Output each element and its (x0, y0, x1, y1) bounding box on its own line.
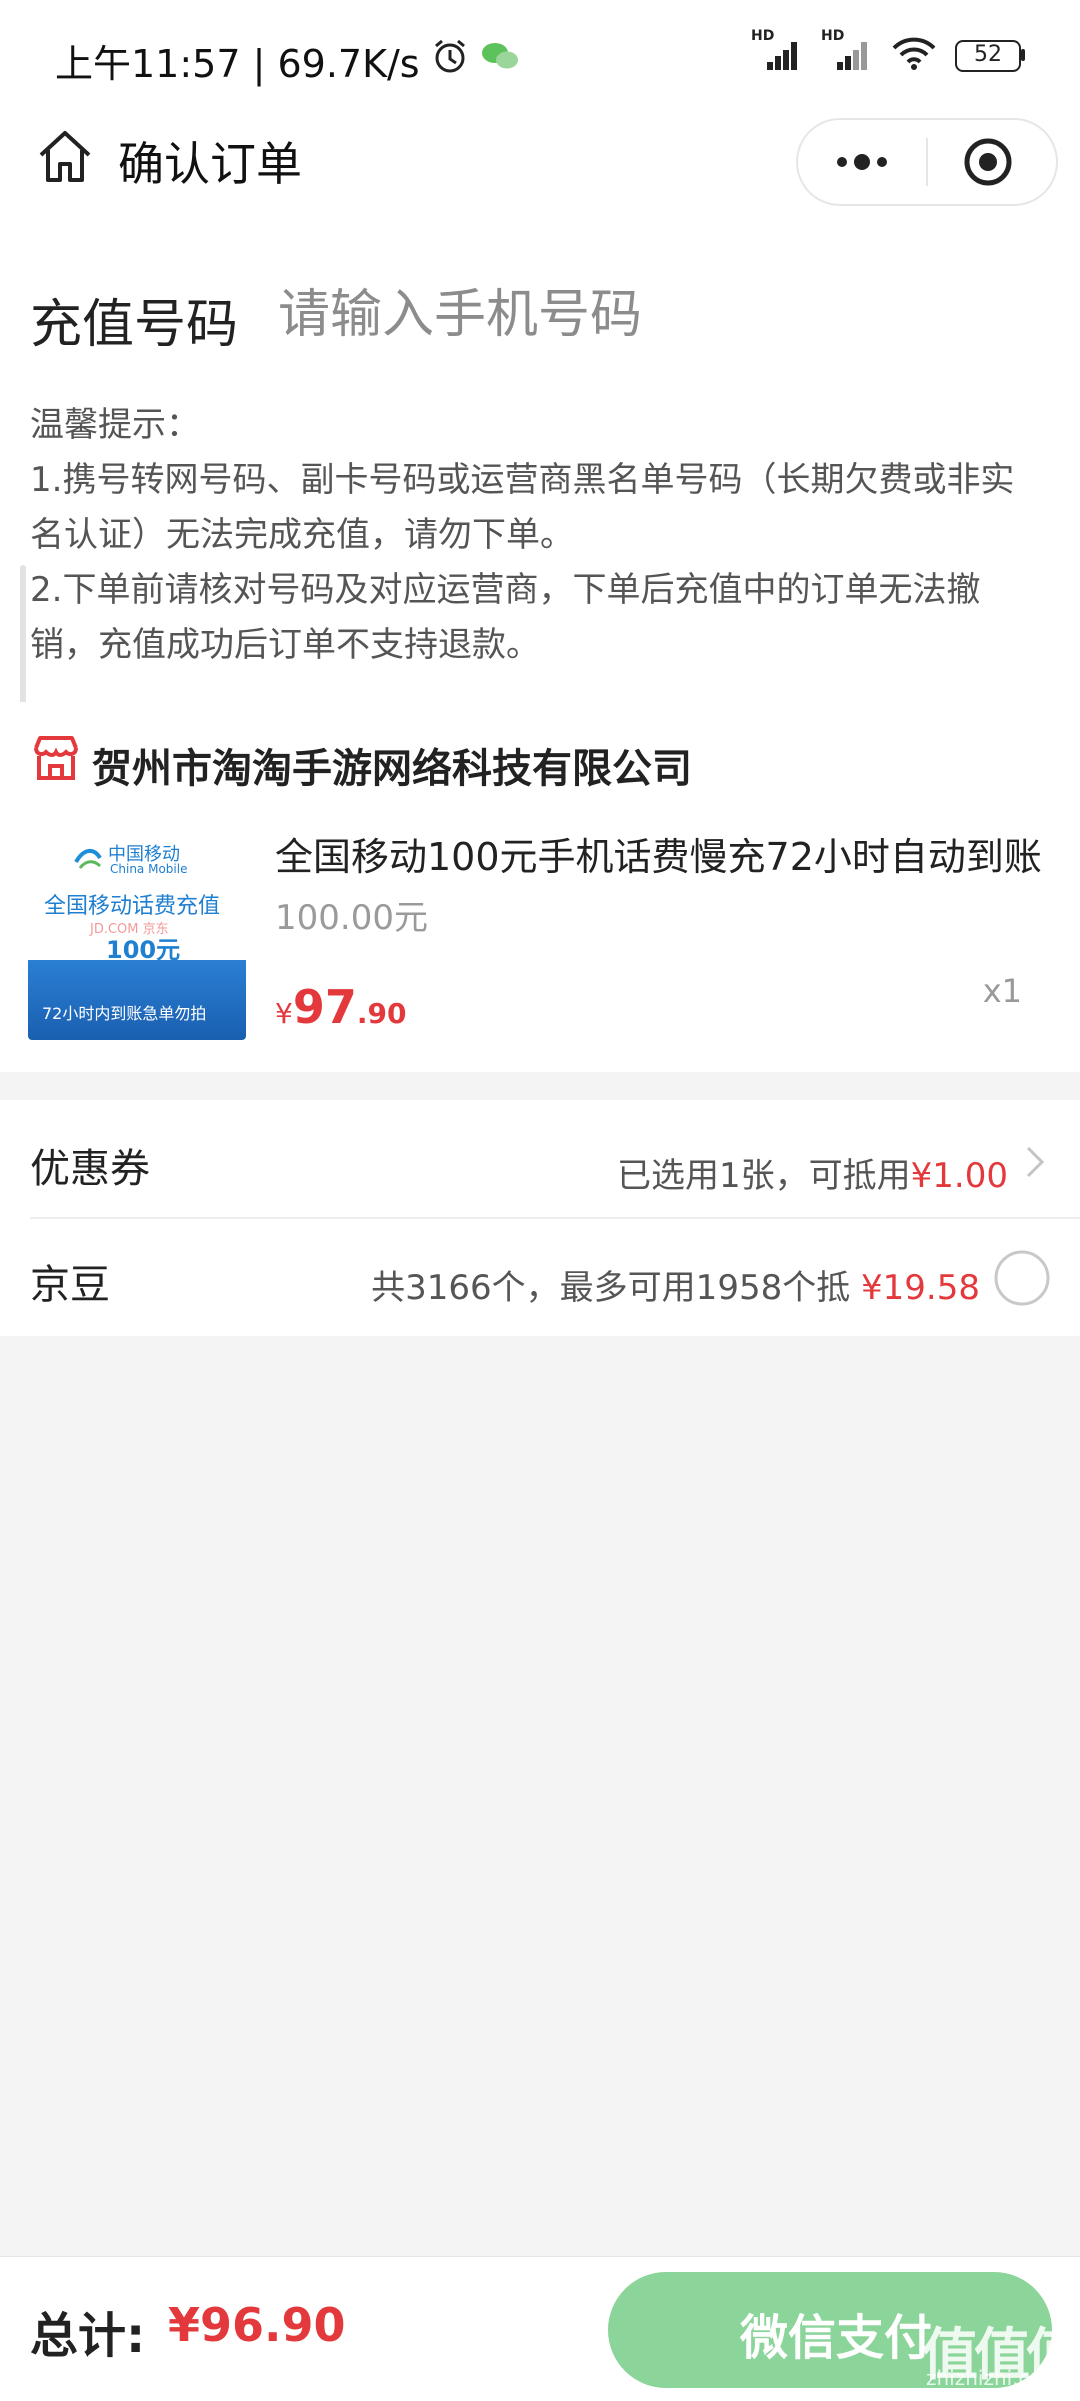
page-title: 确认订单 (118, 137, 302, 191)
wechat-pay-label: 微信支付 (740, 2310, 933, 2366)
signal-2-label: HD (821, 28, 845, 44)
tips-block: 温馨提示： 1.携号转网号码、副卡号码或运营商黑名单号码（长期欠费或非实名认证）… (30, 398, 1040, 673)
alarm-icon (430, 36, 470, 85)
phone-input[interactable] (278, 270, 1038, 360)
jingdou-row: 京豆 共3166个，最多可用1958个抵 ¥19.58 (0, 1220, 1080, 1336)
product-image-amount: 100元 (106, 936, 181, 964)
mini-program-capsule (796, 118, 1058, 206)
product-image-headline: 全国移动话费充值 (44, 894, 221, 919)
coupon-info: 已选用1张，可抵用¥1.00 (617, 1148, 1008, 1197)
home-icon[interactable] (36, 128, 94, 188)
tips-line-2: 2.下单前请核对号码及对应运营商，下单后充值中的订单无法撤销，充值成功后订单不支… (30, 570, 981, 665)
product-image-footer: 72小时内到账急单勿拍 (42, 1004, 207, 1023)
tips-title: 温馨提示： (30, 405, 200, 445)
product-quantity: x1 (982, 972, 1022, 1010)
target-close-icon[interactable] (962, 136, 1014, 192)
jingdou-desc: 共3166个，最多可用1958个抵 (371, 1268, 851, 1308)
product-image-brand-en: China Mobile (110, 862, 188, 876)
watermark-subtext: zhizhizhi.com (926, 2366, 1062, 2390)
options-divider (30, 1217, 1080, 1219)
phone-label: 充值号码 (30, 295, 239, 355)
total-label: 总计: (30, 2308, 146, 2364)
coupon-desc: 已选用1张，可抵用 (617, 1156, 911, 1196)
price-integer: 97 (292, 980, 357, 1034)
chevron-right-icon (1024, 1142, 1048, 1186)
battery-level: 52 (974, 42, 1002, 67)
status-icons: HD HD 52 (751, 28, 1025, 76)
product-original-price: 100.00元 (275, 898, 428, 938)
coupon-row[interactable]: 优惠券 已选用1张，可抵用¥1.00 (0, 1106, 1080, 1222)
wechat-notification-icon (480, 38, 520, 82)
jingdou-amount: ¥19.58 (861, 1268, 980, 1308)
product-image[interactable]: 中国移动 China Mobile 全国移动话费充值 JD.COM 京东 100… (28, 832, 246, 1040)
coupon-amount: ¥1.00 (910, 1156, 1008, 1196)
battery-icon: 52 (955, 40, 1025, 72)
signal-1-label: HD (751, 28, 775, 44)
tips-line-1: 1.携号转网号码、副卡号码或运营商黑名单号码（长期欠费或非实名认证）无法完成充值… (30, 460, 1015, 555)
more-dots-icon[interactable] (832, 138, 892, 190)
capsule-divider (926, 138, 928, 186)
status-time-speed: 上午11:57 | 69.7K/s (55, 41, 420, 86)
store-icon (30, 732, 82, 788)
store-name[interactable]: 贺州市淘淘手游网络科技有限公司 (92, 736, 692, 794)
price-decimal: .90 (356, 997, 407, 1030)
price-symbol: ¥ (275, 997, 293, 1030)
jingdou-label: 京豆 (30, 1262, 110, 1308)
jingdou-info: 共3166个，最多可用1958个抵 ¥19.58 (371, 1260, 980, 1309)
wifi-icon (891, 36, 937, 76)
china-mobile-logo-icon (72, 842, 104, 878)
coupon-label: 优惠券 (30, 1146, 150, 1192)
signal-2-icon: HD (821, 28, 873, 76)
total-amount: ¥96.90 (168, 2298, 346, 2352)
product-title[interactable]: 全国移动100元手机话费慢充72小时自动到账 (275, 826, 1045, 881)
product-price: ¥97.90 (275, 980, 406, 1034)
signal-1-icon: HD (751, 28, 803, 76)
status-bar: 上午11:57 | 69.7K/s (55, 30, 520, 90)
radio-unchecked-icon[interactable] (992, 1248, 1052, 1312)
